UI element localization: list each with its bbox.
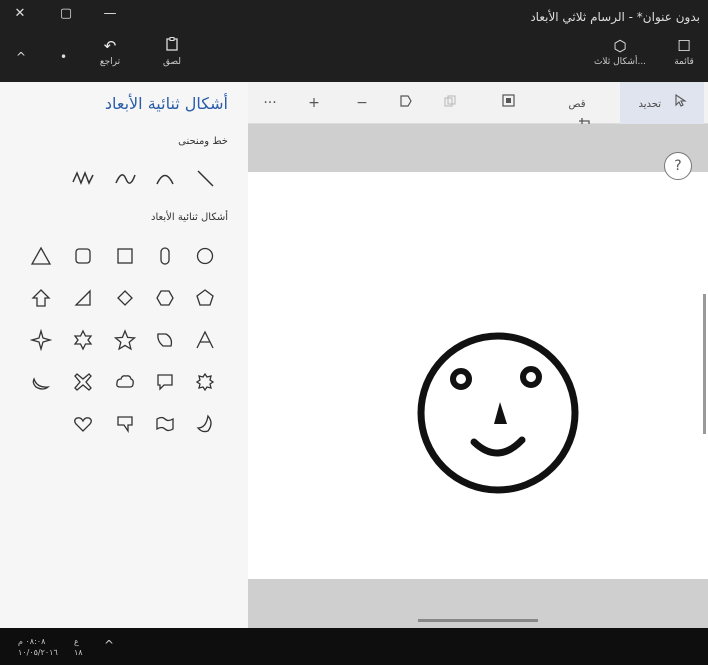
label-tool-button[interactable] [396, 92, 416, 114]
language-indicator[interactable]: ع ١٨ [74, 636, 90, 658]
moon-shape-icon[interactable] [26, 368, 56, 396]
four-point-star-icon[interactable] [26, 326, 56, 354]
paste-icon [144, 36, 200, 56]
shapes3d-label: أشكال ثلاث... [593, 57, 647, 67]
lines-section-label: خط ومنحنى [178, 136, 228, 147]
taskbar: ٠٨:٠٨ م ١٠/٠٥/٢٠١٦ ع ١٨ ^ [0, 628, 708, 665]
cloud-icon[interactable] [110, 368, 140, 396]
line-icon[interactable] [190, 164, 220, 192]
crop-button[interactable]: قص [550, 92, 602, 131]
right-triangle-icon[interactable] [68, 284, 98, 312]
x-shape-icon[interactable] [68, 368, 98, 396]
copy-icon [444, 95, 456, 107]
cube-icon: ⬡ [613, 37, 627, 55]
magic-select-button[interactable] [498, 92, 518, 114]
title-bar: ✕ ▢ — بدون عنوان* - الرسام ثلاثي الأبعاد… [0, 0, 708, 82]
clock-time: ٠٨:٠٨ م [18, 637, 46, 646]
undo-label: تراجع [99, 57, 121, 67]
menu-label: قائمة [674, 57, 694, 67]
copy-tool-button[interactable] [440, 92, 460, 114]
speech-bubble-icon[interactable] [150, 368, 180, 396]
drawing-canvas[interactable] [248, 172, 708, 579]
zoom-out-button[interactable]: − [352, 92, 372, 114]
horizontal-scrollbar[interactable] [418, 619, 538, 622]
canvas-toolbar: ··· + − قص تحديد [248, 82, 708, 131]
vertical-scrollbar[interactable] [703, 294, 706, 434]
crescent-icon[interactable] [190, 410, 220, 438]
clock[interactable]: ٠٨:٠٨ م ١٠/٠٥/٢٠١٦ [18, 636, 78, 658]
magic-select-icon [501, 94, 515, 107]
collapse-ribbon-button[interactable]: ^ [16, 50, 26, 64]
crop-label: قص [568, 99, 586, 110]
minimize-button[interactable]: — [100, 6, 120, 22]
triangle-icon[interactable] [26, 242, 56, 270]
more-options-button[interactable]: ··· [260, 92, 280, 114]
language-sub: ١٨ [74, 648, 83, 657]
multi-curve-icon[interactable] [68, 164, 98, 192]
paste-label: لصق [162, 57, 182, 67]
diamond-icon[interactable] [110, 284, 140, 312]
shapes-section-label: أشكال ثنائية الأبعاد [151, 212, 228, 223]
language-label: ع [74, 637, 79, 646]
shapes-panel: أشكال ثنائية الأبعاد خط ومنحنى أشكال ثنا… [0, 82, 248, 628]
select-label: تحديد [638, 99, 662, 110]
pointer-icon [675, 93, 688, 107]
help-button[interactable]: ? [664, 152, 692, 180]
select-button[interactable]: تحديد [620, 82, 704, 124]
maximize-button[interactable]: ▢ [56, 6, 76, 22]
label-icon [400, 95, 412, 107]
close-button[interactable]: ✕ [10, 6, 30, 22]
gear-shape-icon[interactable] [190, 368, 220, 396]
smiley-face-drawing [417, 332, 579, 494]
leaf-icon[interactable] [150, 326, 180, 354]
panel-title: أشكال ثنائية الأبعاد [104, 94, 228, 113]
arc-icon[interactable] [150, 164, 180, 192]
workspace: ? [248, 124, 708, 628]
arrow-up-icon[interactable] [26, 284, 56, 312]
curve-icon[interactable] [110, 164, 140, 192]
five-point-star-icon[interactable] [110, 326, 140, 354]
heart-icon[interactable] [68, 410, 98, 438]
zoom-in-button[interactable]: + [304, 92, 324, 114]
undo-button[interactable]: ↶ تراجع [82, 36, 138, 76]
pentagon-icon[interactable] [190, 284, 220, 312]
circle-icon[interactable] [190, 242, 220, 270]
undo-icon: ↶ [103, 37, 117, 55]
clock-date: ١٠/٠٥/٢٠١٦ [18, 648, 58, 657]
letter-a-icon[interactable] [190, 326, 220, 354]
paste-button[interactable]: لصق [144, 36, 200, 76]
capsule-icon[interactable] [150, 242, 180, 270]
six-point-star-icon[interactable] [68, 326, 98, 354]
hexagon-icon[interactable] [150, 284, 180, 312]
rounded-square-icon[interactable] [68, 242, 98, 270]
flag-icon[interactable] [150, 410, 180, 438]
shapes3d-button[interactable]: ⬡ أشكال ثلاث... [592, 36, 648, 76]
menu-icon: ☐ [677, 37, 691, 55]
window-title: بدون عنوان* - الرسام ثلاثي الأبعاد [530, 10, 700, 24]
callout-icon[interactable] [110, 410, 140, 438]
square-icon[interactable] [110, 242, 140, 270]
ribbon-dot: • [60, 50, 68, 64]
show-hidden-icons-button[interactable]: ^ [104, 639, 114, 651]
menu-button[interactable]: ☐ قائمة [656, 36, 708, 76]
